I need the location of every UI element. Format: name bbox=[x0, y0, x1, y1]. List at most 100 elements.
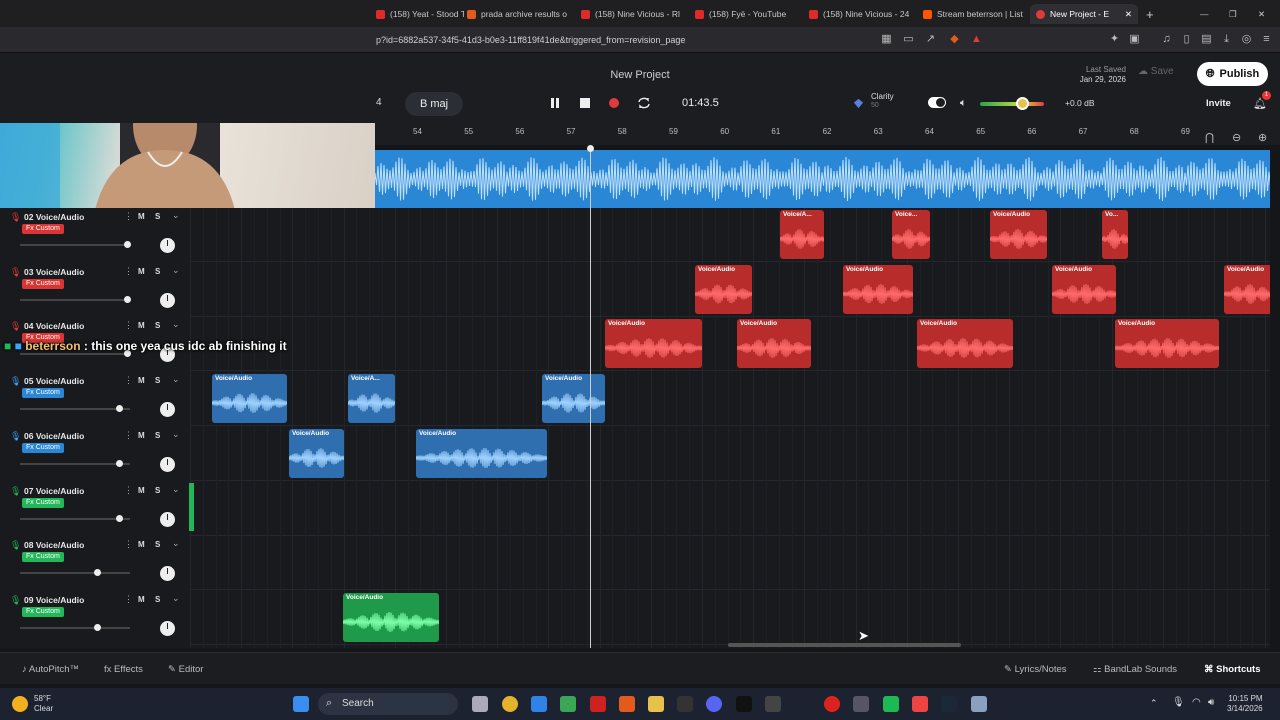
more-icon[interactable]: ⋮ bbox=[124, 375, 133, 386]
opera-icon[interactable] bbox=[824, 696, 840, 712]
track-volume-fader[interactable] bbox=[20, 408, 130, 411]
solo-button[interactable]: S bbox=[155, 486, 160, 495]
chevron-down-icon[interactable]: ⌄ bbox=[172, 210, 180, 221]
pan-knob[interactable] bbox=[160, 292, 175, 308]
track-header[interactable]: 🎙︎ 06 Voice/Audio ⋮ M S ⌄ Fx Custom bbox=[0, 426, 190, 481]
close-window-icon[interactable]: ✕ bbox=[1258, 4, 1268, 24]
pause-icon[interactable] bbox=[548, 96, 562, 110]
track-volume-fader[interactable] bbox=[20, 572, 130, 575]
track-name[interactable]: 09 Voice/Audio bbox=[24, 595, 84, 605]
track-name[interactable]: 05 Voice/Audio bbox=[24, 376, 84, 386]
audio-clip[interactable]: Voice/Audio bbox=[843, 264, 913, 314]
maximize-icon[interactable]: ❐ bbox=[1229, 4, 1239, 24]
timeline-ruler[interactable]: 54 55 56 57 58 59 60 61 62 63 64 65 66 67 68 69 bbox=[375, 123, 1280, 145]
audio-clip[interactable]: Voice/Audio bbox=[1052, 264, 1116, 314]
tab-fye[interactable]: (158) Fyë - YouTube bbox=[695, 4, 795, 24]
app-icon-red[interactable] bbox=[912, 696, 928, 712]
download-icon[interactable]: ⤓ bbox=[1220, 33, 1233, 46]
track-volume-fader[interactable] bbox=[20, 353, 130, 356]
chevron-down-icon[interactable]: ⌄ bbox=[172, 538, 180, 549]
audio-clip[interactable]: Voice/Audio bbox=[917, 319, 1013, 369]
bookmark-icon[interactable]: ▤ bbox=[1200, 33, 1213, 46]
chevron-down-icon[interactable]: ⌄ bbox=[172, 593, 180, 604]
fx-badge[interactable]: Fx Custom bbox=[22, 278, 64, 289]
more-icon[interactable]: ⋮ bbox=[124, 266, 133, 277]
fl-studio-icon[interactable] bbox=[590, 696, 606, 712]
fader-knob[interactable] bbox=[116, 405, 124, 413]
tab-prada[interactable]: prada archive results o bbox=[467, 4, 567, 24]
clarity-control[interactable]: Clarity 50 bbox=[871, 92, 911, 110]
audio-clip[interactable]: Voice... bbox=[892, 210, 930, 259]
mute-button[interactable]: M bbox=[138, 376, 145, 385]
track-name[interactable]: 03 Voice/Audio bbox=[24, 267, 84, 277]
audio-clip[interactable]: Voice/Audio bbox=[737, 319, 811, 369]
terminal-icon[interactable] bbox=[736, 696, 752, 712]
more-icon[interactable]: ⋮ bbox=[124, 485, 133, 496]
solo-button[interactable]: S bbox=[155, 212, 160, 221]
audio-clip[interactable]: Voice/Audio bbox=[605, 319, 702, 369]
audio-clip[interactable]: Voice/Audio bbox=[1115, 319, 1219, 369]
zoom-out-icon[interactable]: ⊖ bbox=[1232, 131, 1241, 144]
address-bar[interactable]: p?id=6882a537-34f5-41d3-b0e3-11ff819f41d… bbox=[0, 27, 1280, 53]
track-name[interactable]: 08 Voice/Audio bbox=[24, 540, 84, 550]
editor-button[interactable]: ✎ Editor bbox=[168, 664, 203, 675]
mute-button[interactable]: M bbox=[138, 540, 145, 549]
extensions-icon[interactable]: ✦ bbox=[1108, 33, 1121, 46]
more-icon[interactable]: ⋮ bbox=[124, 211, 133, 222]
weather-icon[interactable] bbox=[12, 696, 28, 712]
brave-icon[interactable] bbox=[619, 696, 635, 712]
chevron-down-icon[interactable]: ⌄ bbox=[172, 374, 180, 385]
qr-icon[interactable]: ▦ bbox=[880, 33, 893, 46]
mute-button[interactable]: M bbox=[138, 486, 145, 495]
track-header[interactable]: 🎙︎ 02 Voice/Audio ⋮ M S ⌄ Fx Custom bbox=[0, 208, 190, 262]
solo-button[interactable]: S bbox=[155, 267, 160, 276]
solo-button[interactable]: S bbox=[155, 431, 160, 440]
fx-badge[interactable]: Fx Custom bbox=[22, 606, 64, 617]
tab-soundcloud[interactable]: Stream beterrson | List bbox=[923, 4, 1023, 24]
master-volume-knob[interactable] bbox=[1016, 97, 1029, 110]
clip-stub[interactable] bbox=[189, 483, 194, 531]
invite-button[interactable]: Invite bbox=[1206, 98, 1231, 109]
audio-clip[interactable]: Voice/Audio bbox=[416, 428, 547, 478]
audio-clip[interactable]: Voice/A... bbox=[780, 210, 824, 259]
publish-button[interactable]: 🌐︎ Publish bbox=[1197, 62, 1268, 86]
solo-button[interactable]: S bbox=[155, 321, 160, 330]
fx-badge[interactable]: Fx Custom bbox=[22, 552, 64, 563]
tab-yeat[interactable]: (158) Yeat - Stood Talle bbox=[376, 4, 464, 24]
track-header[interactable]: 🎙︎ 07 Voice/Audio ⋮ M S ⌄ Fx Custom bbox=[0, 481, 190, 536]
tab-nine-vicious-2[interactable]: (158) Nine Vicious - 24 bbox=[809, 4, 909, 24]
pan-knob[interactable] bbox=[160, 456, 175, 472]
discord-icon[interactable] bbox=[706, 696, 722, 712]
xbox-icon[interactable] bbox=[560, 696, 576, 712]
more-icon[interactable]: ⋮ bbox=[124, 539, 133, 550]
more-icon[interactable]: ⋮ bbox=[124, 430, 133, 441]
playhead-handle[interactable] bbox=[587, 145, 594, 152]
solo-button[interactable]: S bbox=[155, 595, 160, 604]
mute-button[interactable]: M bbox=[138, 431, 145, 440]
vpn-icon[interactable]: ◎ bbox=[1240, 33, 1253, 46]
track-header[interactable]: 🎙︎ 09 Voice/Audio ⋮ M S ⌄ Fx Custom bbox=[0, 590, 190, 645]
track-volume-fader[interactable] bbox=[20, 462, 130, 465]
obs-icon[interactable] bbox=[853, 696, 869, 712]
sidebar-icon[interactable]: ▯ bbox=[1180, 33, 1193, 46]
effects-button[interactable]: fx Effects bbox=[104, 664, 143, 675]
brave-rewards-icon[interactable]: ▲ bbox=[970, 33, 983, 46]
record-icon[interactable] bbox=[607, 96, 621, 110]
minimize-icon[interactable]: — bbox=[1200, 4, 1210, 24]
track-volume-fader[interactable] bbox=[20, 517, 130, 520]
chrome-icon[interactable] bbox=[502, 696, 518, 712]
magnet-icon[interactable]: ⋂ bbox=[1205, 131, 1214, 144]
audio-clip[interactable]: Voice/Audio bbox=[212, 374, 287, 424]
chevron-down-icon[interactable]: ⌄ bbox=[172, 319, 180, 330]
track-volume-fader[interactable] bbox=[20, 244, 130, 246]
master-volume-slider[interactable] bbox=[980, 102, 1044, 106]
key-selector[interactable]: B maj bbox=[405, 92, 463, 116]
audio-clip[interactable]: Voice/Audio bbox=[695, 264, 752, 314]
horizontal-scrollbar[interactable] bbox=[728, 643, 961, 647]
taskbar-clock[interactable]: 10:15 PM 3/14/2026 bbox=[1227, 694, 1263, 714]
stop-icon[interactable] bbox=[578, 96, 592, 110]
track-name[interactable]: 04 Voice/Audio bbox=[24, 321, 84, 331]
fader-knob[interactable] bbox=[94, 569, 102, 577]
pan-knob[interactable] bbox=[160, 238, 175, 253]
fader-knob[interactable] bbox=[116, 514, 124, 522]
